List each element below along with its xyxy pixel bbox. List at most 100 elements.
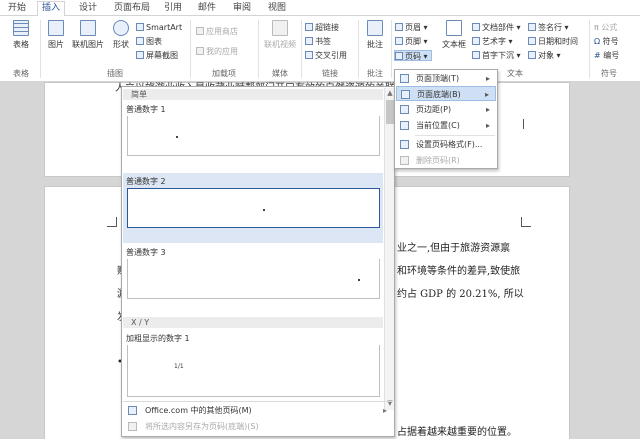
crop-mark bbox=[523, 119, 533, 129]
cross-reference-button[interactable]: 交叉引用 bbox=[305, 50, 347, 61]
signature-line-button[interactable]: 签名行 ▾ bbox=[528, 22, 569, 33]
number-button[interactable]: # 编号 bbox=[594, 50, 619, 61]
link-icon bbox=[305, 23, 313, 31]
my-apps-label: 我的应用 bbox=[206, 47, 238, 56]
tab-page-layout[interactable]: 页面布局 bbox=[110, 2, 154, 16]
doc-line-bottom: 占据着越来越重要的位置。 bbox=[397, 427, 517, 438]
save-selection-item[interactable]: 将所选内容另存为页码(底端)(S) bbox=[123, 420, 393, 433]
menu-item-format-page-numbers[interactable]: 设置页码格式(F)... bbox=[396, 137, 496, 152]
hyperlink-button[interactable]: 超链接 bbox=[305, 22, 339, 33]
menu-item-top-of-page[interactable]: 页面顶端(T) ▸ bbox=[396, 71, 496, 86]
online-picture-label: 联机图片 bbox=[72, 40, 104, 49]
drop-cap-label: 首字下沉 bbox=[482, 51, 514, 60]
tab-references[interactable]: 引用 bbox=[160, 2, 186, 16]
header-button[interactable]: 页眉 ▾ bbox=[395, 22, 428, 33]
comment-button[interactable]: 批注 bbox=[362, 20, 388, 50]
picture-button[interactable]: 图片 bbox=[44, 20, 68, 50]
menu-item-remove-page-numbers[interactable]: 删除页码(R) bbox=[396, 153, 496, 168]
page-number-menu[interactable]: 页面顶端(T) ▸ 页面底端(B) ▸ 页边距(P) ▸ 当前位置(C) ▸ 设… bbox=[394, 69, 498, 169]
menu-item-label: 页面底端(B) bbox=[417, 90, 461, 99]
save-icon bbox=[128, 422, 137, 431]
date-time-button[interactable]: 日期和时间 bbox=[528, 36, 578, 47]
table-button[interactable]: 表格 bbox=[6, 20, 36, 50]
menu-item-bottom-of-page[interactable]: 页面底端(B) ▸ bbox=[396, 86, 496, 101]
bookmark-label: 书签 bbox=[315, 37, 331, 46]
ribbon-tab-bar: 开始 插入 设计 页面布局 引用 邮件 审阅 视图 bbox=[0, 0, 640, 17]
tab-insert[interactable]: 插入 bbox=[37, 1, 66, 17]
submenu-arrow-icon: ▸ bbox=[485, 74, 490, 83]
smartart-button[interactable]: SmartArt bbox=[136, 22, 182, 33]
divider bbox=[391, 20, 392, 78]
online-picture-button[interactable]: 联机图片 bbox=[70, 20, 106, 50]
divider bbox=[589, 20, 590, 78]
online-video-button[interactable]: 联机视频 bbox=[262, 20, 298, 50]
app-store-button[interactable]: 应用商店 bbox=[196, 26, 238, 37]
screenshot-button[interactable]: 屏幕截图 bbox=[136, 50, 178, 61]
footer-button[interactable]: 页脚 ▾ bbox=[395, 36, 428, 47]
page-number-gallery[interactable]: 简单 普通数字 1 普通数字 2 普通数字 3 X / Y 加粗显示的数字 1 … bbox=[121, 86, 395, 437]
number-label: 编号 bbox=[603, 51, 620, 60]
object-icon bbox=[528, 51, 536, 59]
menu-item-label: 删除页码(R) bbox=[416, 156, 460, 165]
gallery-scrollbar[interactable]: ▲ ▼ bbox=[384, 88, 394, 410]
text-box-icon bbox=[446, 20, 462, 36]
menu-item-page-margins[interactable]: 页边距(P) ▸ bbox=[396, 102, 496, 117]
gallery-item-plain-number-2[interactable] bbox=[127, 188, 380, 228]
equation-button[interactable]: π 公式 bbox=[594, 22, 617, 33]
video-icon bbox=[272, 20, 288, 36]
tab-mailings[interactable]: 邮件 bbox=[194, 2, 220, 16]
bookmark-button[interactable]: 书签 bbox=[305, 36, 331, 47]
table-label: 表格 bbox=[13, 40, 29, 49]
header-icon bbox=[395, 23, 403, 31]
group-label-links: 链接 bbox=[322, 69, 338, 78]
group-label-tables: 表格 bbox=[13, 69, 29, 78]
scrollbar-thumb[interactable] bbox=[386, 100, 394, 124]
hyperlink-label: 超链接 bbox=[315, 23, 339, 32]
wordart-button[interactable]: 艺术字 ▾ bbox=[472, 36, 513, 47]
gallery-item-plain-number-3[interactable] bbox=[127, 259, 380, 299]
app-store-label: 应用商店 bbox=[206, 27, 238, 36]
gallery-item-title: 普通数字 3 bbox=[126, 248, 166, 257]
current-position-icon bbox=[400, 121, 409, 130]
menu-item-label: 当前位置(C) bbox=[416, 121, 460, 130]
gallery-item-plain-number-1[interactable] bbox=[127, 116, 380, 156]
submenu-arrow-icon: ▸ bbox=[382, 406, 387, 415]
page-number-button[interactable]: 页码 ▾ bbox=[394, 50, 432, 61]
symbol-button[interactable]: Ω 符号 bbox=[594, 36, 619, 47]
format-icon bbox=[400, 140, 409, 149]
doc-line-1: 业之一,但由于旅游资源禀 bbox=[397, 243, 511, 254]
comment-icon bbox=[367, 20, 383, 36]
screenshot-label: 屏幕截图 bbox=[146, 51, 178, 60]
page-number-sample: 1/1 bbox=[174, 363, 184, 370]
tab-review[interactable]: 审阅 bbox=[229, 2, 255, 16]
text-box-button[interactable]: 文本框 bbox=[440, 20, 468, 50]
picture-icon bbox=[48, 20, 64, 36]
chart-button[interactable]: 图表 bbox=[136, 36, 162, 47]
page-number-icon bbox=[395, 52, 403, 60]
text-box-label: 文本框 bbox=[442, 40, 466, 49]
divider bbox=[190, 20, 191, 78]
office-icon bbox=[128, 406, 137, 415]
gallery-section-xy: X / Y bbox=[123, 317, 383, 328]
screenshot-icon bbox=[136, 51, 144, 59]
divider bbox=[258, 20, 259, 78]
cross-reference-icon bbox=[305, 51, 313, 59]
tab-design[interactable]: 设计 bbox=[75, 2, 101, 16]
menu-divider bbox=[415, 135, 495, 136]
menu-item-label: 页面顶端(T) bbox=[416, 74, 460, 83]
gallery-item-bold-number-1[interactable]: 1/1 bbox=[127, 345, 380, 397]
group-label-addins: 加载项 bbox=[212, 69, 236, 78]
crop-mark bbox=[521, 217, 531, 227]
shapes-button[interactable]: 形状 bbox=[108, 20, 134, 50]
tab-view[interactable]: 视图 bbox=[264, 2, 290, 16]
object-button[interactable]: 对象 ▾ bbox=[528, 50, 561, 61]
tab-home[interactable]: 开始 bbox=[4, 2, 30, 16]
my-apps-button[interactable]: 我的应用 bbox=[196, 46, 238, 57]
more-page-numbers-item[interactable]: Office.com 中的其他页码(M) ▸ bbox=[123, 404, 393, 417]
menu-item-current-position[interactable]: 当前位置(C) ▸ bbox=[396, 118, 496, 133]
drop-cap-button[interactable]: 首字下沉 ▾ bbox=[472, 50, 521, 61]
doc-parts-button[interactable]: 文档部件 ▾ bbox=[472, 22, 521, 33]
store-icon bbox=[196, 27, 204, 35]
divider bbox=[301, 20, 302, 78]
shapes-icon bbox=[113, 20, 129, 36]
